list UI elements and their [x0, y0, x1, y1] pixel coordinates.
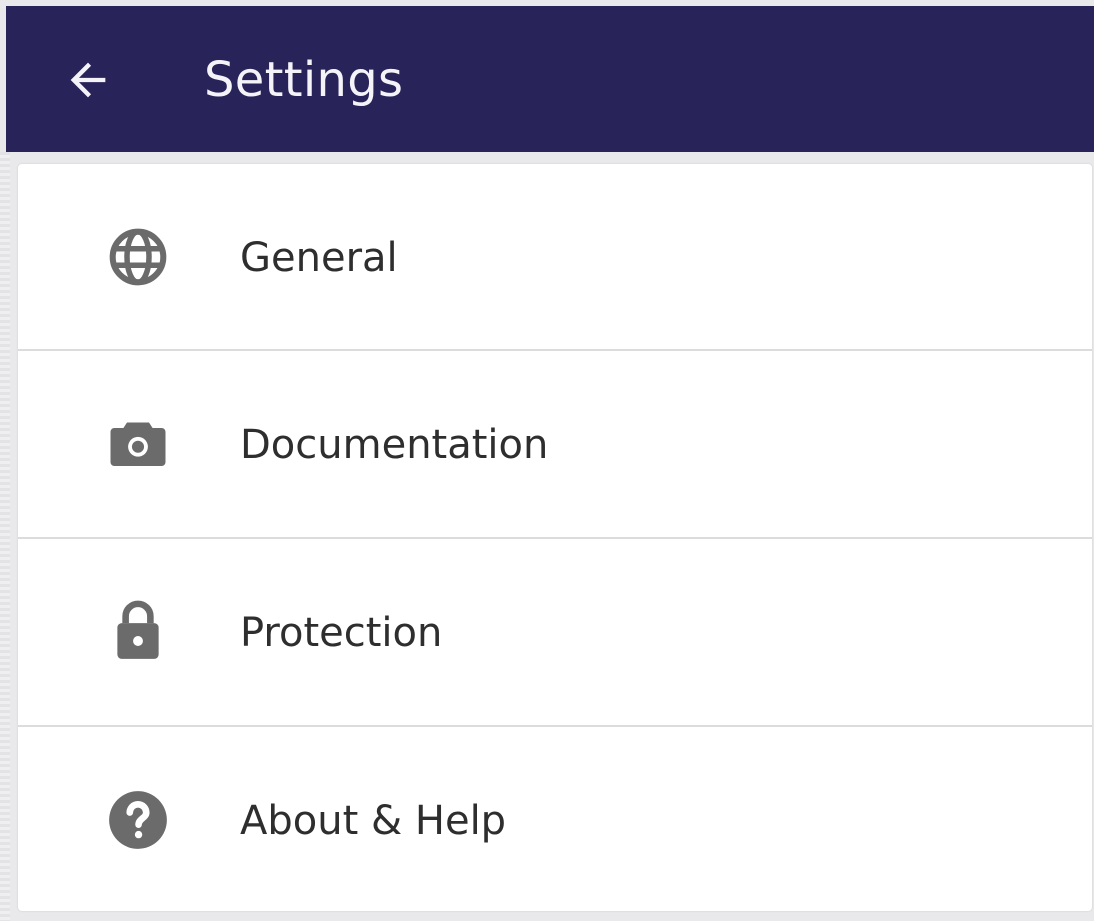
settings-item-label: General	[240, 235, 398, 281]
arrow-left-icon	[70, 62, 106, 98]
settings-item-documentation[interactable]: Documentation	[18, 351, 1092, 537]
settings-item-label: Documentation	[240, 422, 549, 468]
settings-item-about-help[interactable]: About & Help	[18, 727, 1092, 913]
globe-icon	[104, 223, 172, 291]
window-edge	[0, 152, 10, 921]
settings-item-protection[interactable]: Protection	[18, 539, 1092, 725]
app-bar: Settings	[6, 6, 1094, 152]
app-window: Settings General Documentation Protectio…	[0, 0, 1094, 921]
camera-icon	[104, 410, 172, 478]
settings-list: General Documentation Protection About &…	[18, 164, 1092, 911]
back-button[interactable]	[54, 46, 122, 114]
help-circle-icon	[104, 786, 172, 854]
settings-item-label: About & Help	[240, 798, 507, 844]
settings-item-label: Protection	[240, 610, 443, 656]
lock-icon	[104, 596, 172, 664]
settings-item-general[interactable]: General	[18, 164, 1092, 350]
page-title: Settings	[204, 52, 404, 108]
